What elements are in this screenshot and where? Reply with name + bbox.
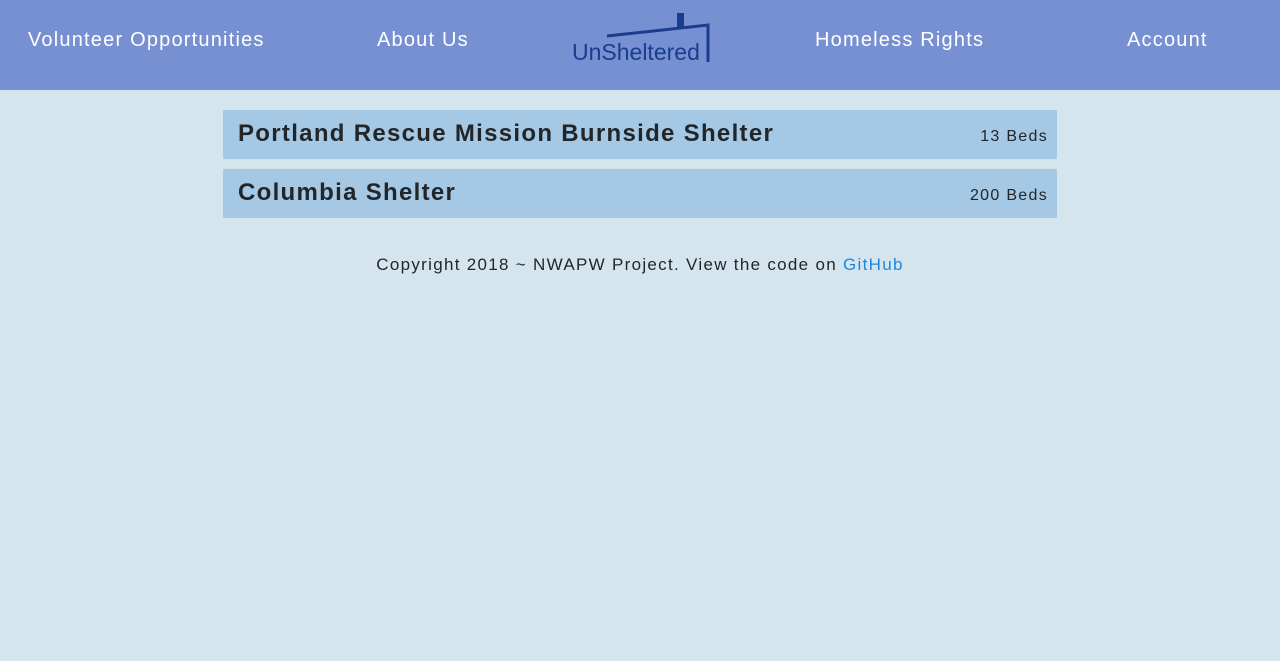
github-link[interactable]: GitHub <box>843 255 904 274</box>
nav-homeless-rights[interactable]: Homeless Rights <box>815 29 984 52</box>
shelter-name: Columbia Shelter <box>238 179 457 206</box>
shelter-list: Portland Rescue Mission Burnside Shelter… <box>223 110 1057 228</box>
shelter-name: Portland Rescue Mission Burnside Shelter <box>238 120 775 147</box>
shelter-card-columbia-shelter[interactable]: Columbia Shelter 200 Beds <box>223 169 1057 218</box>
nav-about-us[interactable]: About Us <box>377 29 469 52</box>
unsheltered-logo[interactable]: UnSheltered <box>570 12 712 66</box>
footer: Copyright 2018 ~ NWAPW Project. View the… <box>0 255 1280 275</box>
nav-volunteer-opportunities[interactable]: Volunteer Opportunities <box>28 29 265 52</box>
nav-account[interactable]: Account <box>1127 29 1208 52</box>
shelter-card-portland-rescue-mission[interactable]: Portland Rescue Mission Burnside Shelter… <box>223 110 1057 159</box>
logo-text: UnSheltered <box>572 39 700 65</box>
copyright-text: Copyright 2018 ~ NWAPW Project. View the… <box>376 255 837 274</box>
shelter-bed-count: 13 Beds <box>980 128 1048 145</box>
navbar: Volunteer Opportunities About Us UnShelt… <box>0 0 1280 90</box>
shelter-bed-count: 200 Beds <box>969 187 1048 204</box>
